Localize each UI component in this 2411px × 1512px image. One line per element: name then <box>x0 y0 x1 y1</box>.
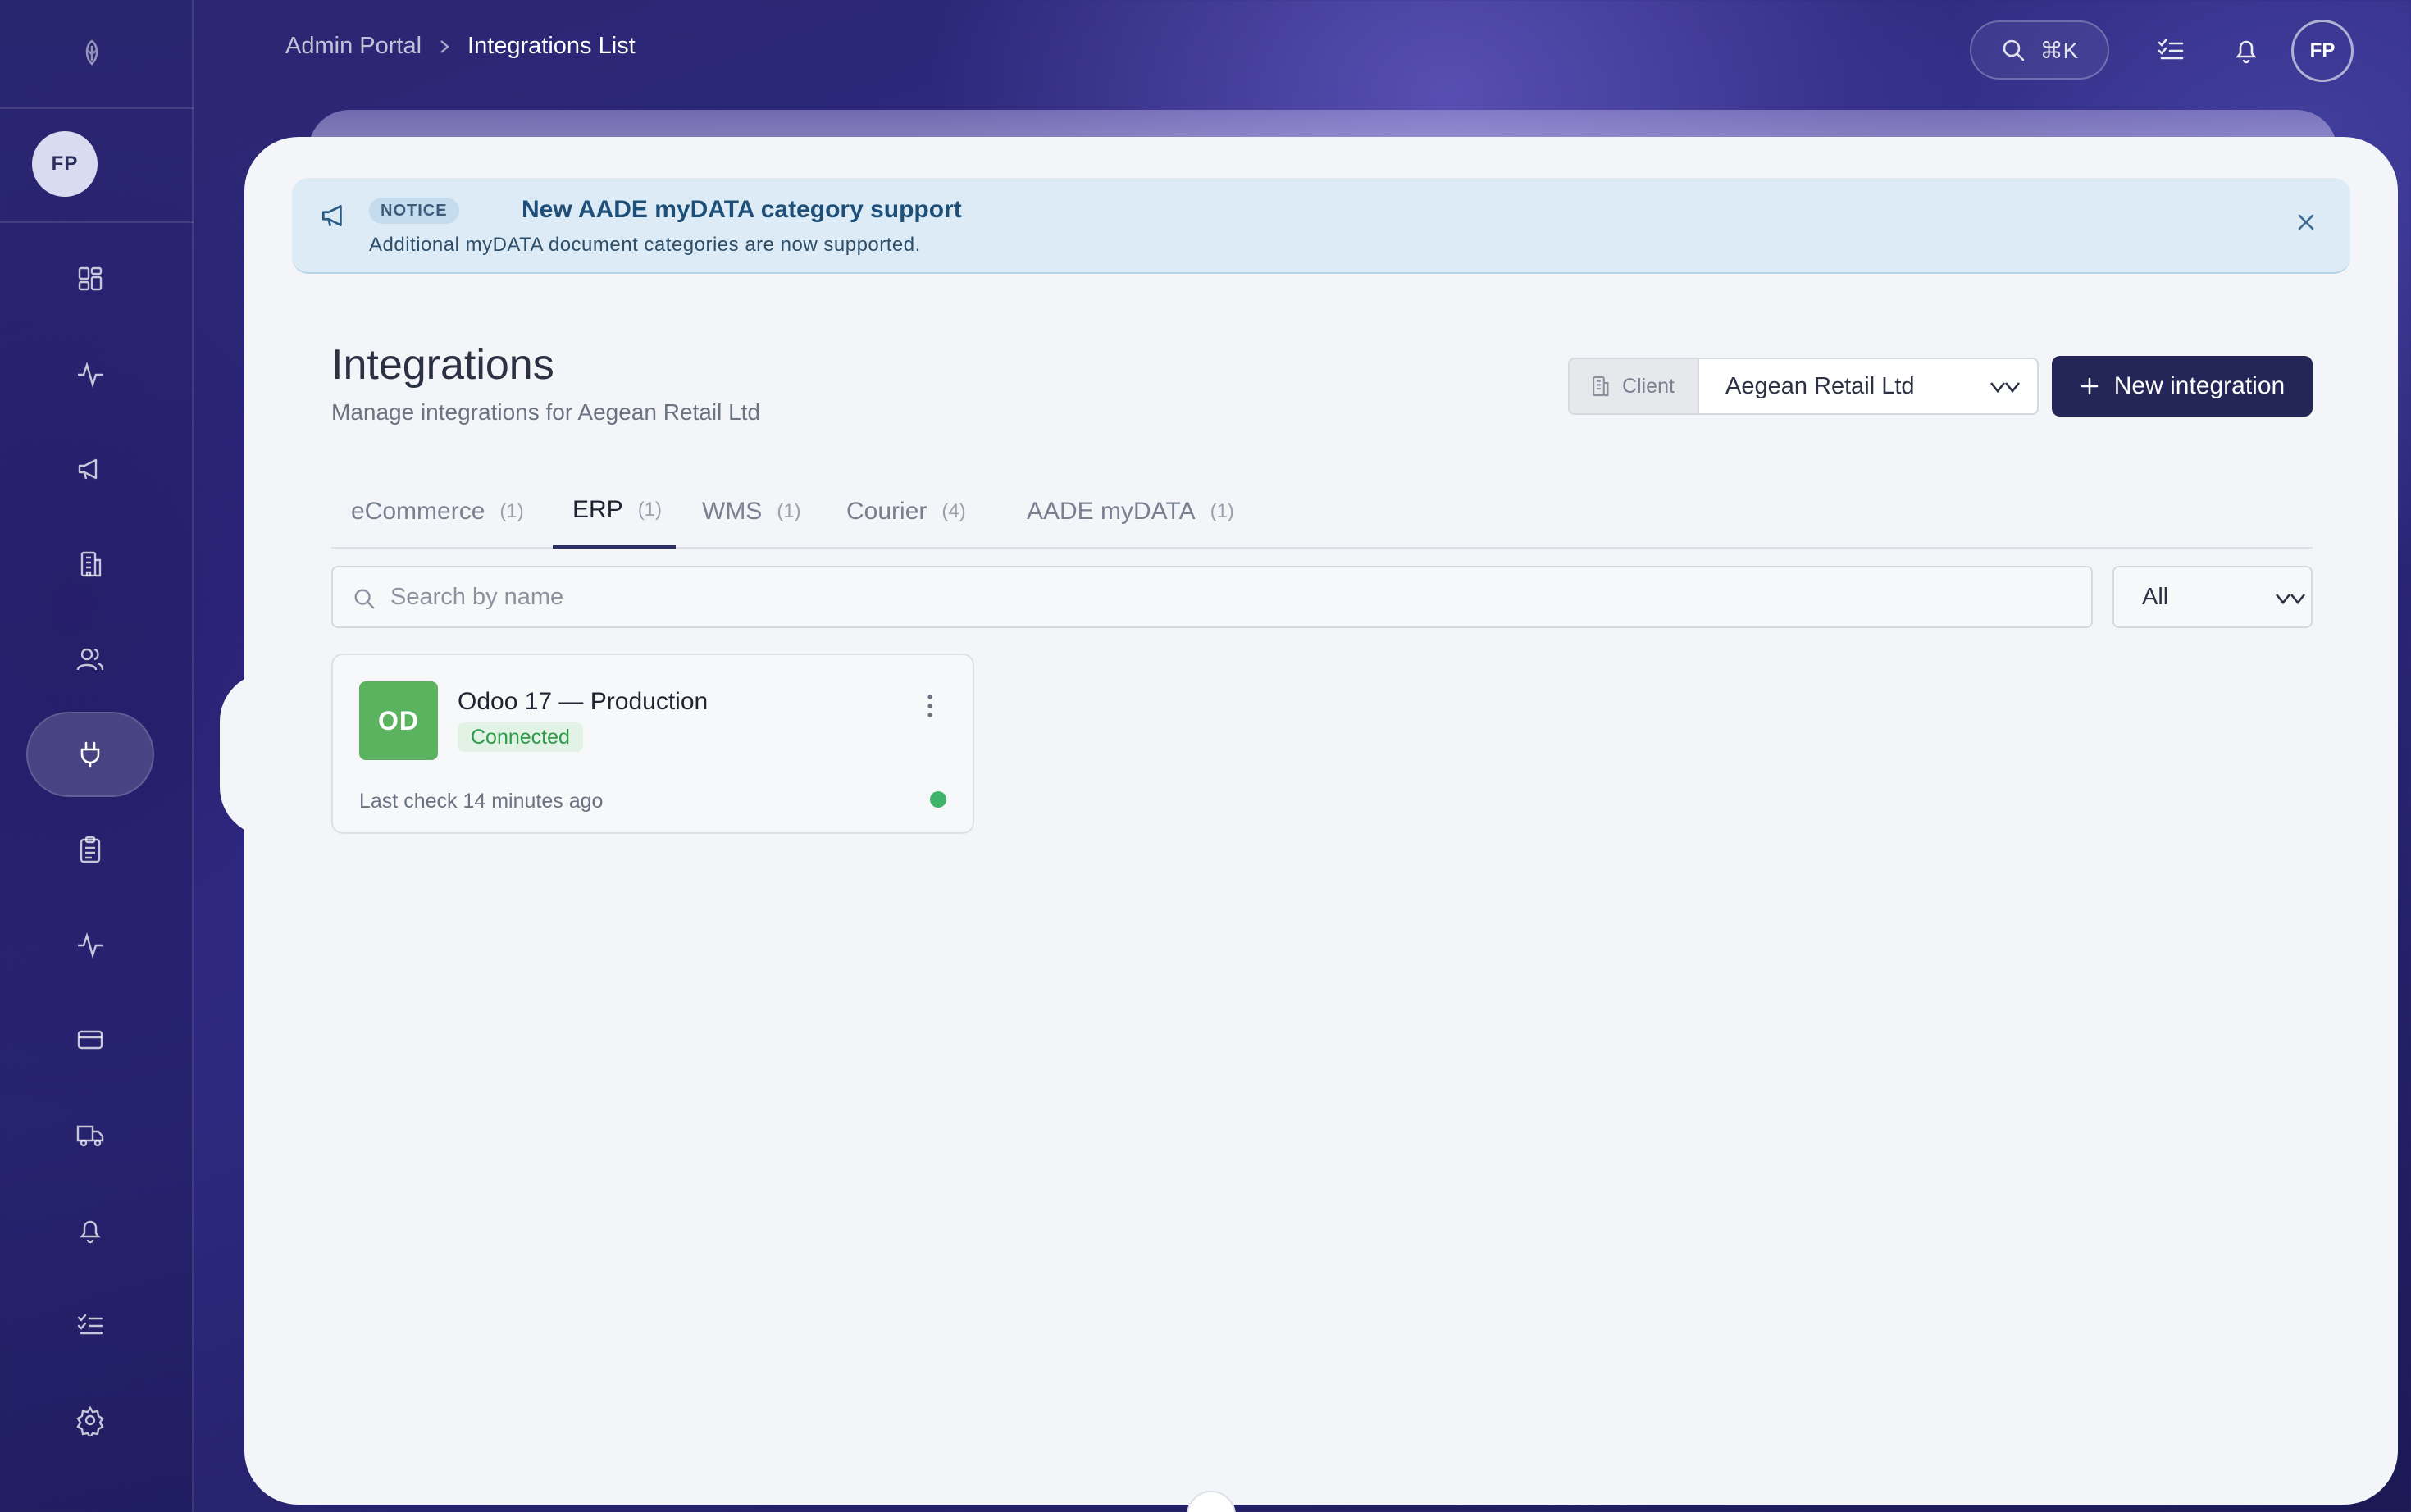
chevron-down-icon <box>2275 594 2306 605</box>
tab-courier[interactable]: Courier (4) <box>827 475 986 549</box>
sidebar-avatar[interactable]: FP <box>32 131 98 197</box>
activity-icon <box>78 361 103 389</box>
sidebar-item-billing[interactable] <box>26 997 154 1082</box>
integration-card[interactable]: OD Odoo 17 — Production Connected Last c… <box>331 654 974 834</box>
sidebar-item-announcements[interactable] <box>26 426 154 512</box>
bell-icon <box>80 1220 101 1244</box>
sidebar-item-integrations[interactable] <box>26 712 154 797</box>
megaphone-icon <box>321 205 342 226</box>
client-select-value: Aegean Retail Ltd <box>1725 372 1915 399</box>
tab-ecommerce[interactable]: eCommerce (1) <box>331 475 544 549</box>
search-input[interactable] <box>390 583 2030 611</box>
breadcrumb-root[interactable]: Admin Portal <box>285 33 422 60</box>
client-label: Client <box>1568 358 1699 415</box>
gear-icon <box>76 1405 104 1436</box>
last-check-text: Last check 14 minutes ago <box>359 790 604 813</box>
truck-icon <box>76 1125 104 1147</box>
sidebar-item-shipping[interactable] <box>26 1092 154 1177</box>
client-select[interactable]: Aegean Retail Ltd <box>1698 358 2039 415</box>
bell-icon[interactable] <box>2231 34 2262 66</box>
notice-banner: NOTICE New AADE myDATA category support … <box>292 178 2350 274</box>
sidebar-item-activity[interactable] <box>26 331 154 417</box>
client-label-text: Client <box>1622 374 1675 398</box>
notice-text: Additional myDATA document categories ar… <box>369 234 921 256</box>
tab-label: ERP <box>572 496 623 523</box>
sidebar-item-dashboard[interactable] <box>26 236 154 321</box>
status-badge: Connected <box>458 722 583 752</box>
command-search-button[interactable]: ⌘K <box>1970 20 2109 80</box>
plug-icon <box>80 741 100 768</box>
sidebar-divider <box>0 107 194 109</box>
main-panel: NOTICE New AADE myDATA category support … <box>244 137 2398 1505</box>
sidebar-item-clients[interactable] <box>26 521 154 607</box>
tab-count: (1) <box>777 500 801 522</box>
breadcrumb: Admin Portal Integrations List <box>285 33 636 60</box>
sidebar-item-monitoring[interactable] <box>26 902 154 987</box>
page-subtitle: Manage integrations for Aegean Retail Lt… <box>331 399 761 425</box>
integration-name: Odoo 17 — Production <box>458 688 709 715</box>
tab-erp[interactable]: ERP (1) <box>553 475 676 549</box>
sidebar-item-users[interactable] <box>26 617 154 702</box>
sidebar-item-checklist[interactable] <box>26 1282 154 1368</box>
new-integration-label: New integration <box>2113 372 2286 399</box>
integration-tabs: eCommerce (1) ERP (1) WMS (1) Courier (4… <box>331 475 2313 549</box>
filter-value: All <box>2142 583 2169 610</box>
search-icon <box>2003 39 2024 61</box>
search-icon <box>354 589 375 609</box>
tab-count: (4) <box>941 500 966 522</box>
chevron-right-icon <box>440 39 449 53</box>
building-icon <box>1593 376 1609 397</box>
status-filter-select[interactable]: All <box>2112 566 2313 628</box>
app-logo[interactable] <box>75 36 108 69</box>
clipboard-icon <box>80 836 101 863</box>
tab-count: (1) <box>1210 500 1234 522</box>
plus-icon <box>2081 377 2099 395</box>
page-title: Integrations <box>331 341 554 389</box>
sidebar-item-notifications[interactable] <box>26 1187 154 1273</box>
tab-label: eCommerce <box>351 498 485 525</box>
integration-avatar: OD <box>359 681 438 760</box>
checklist-icon <box>77 1314 103 1335</box>
notice-badge: NOTICE <box>369 198 459 224</box>
sidebar-divider <box>0 221 194 223</box>
users-icon <box>76 648 104 671</box>
pulse-icon <box>78 931 103 959</box>
tab-label: Courier <box>846 498 927 525</box>
megaphone-icon <box>78 458 98 480</box>
building-icon <box>80 551 102 577</box>
close-icon[interactable] <box>2293 209 2319 235</box>
credit-card-icon <box>77 1030 103 1050</box>
search-field <box>331 566 2093 628</box>
dashboard-icon <box>78 266 103 291</box>
status-dot <box>930 791 946 808</box>
user-avatar[interactable]: FP <box>2291 20 2354 82</box>
tab-label: AADE myDATA <box>1027 498 1196 525</box>
sidebar-item-tasks[interactable] <box>26 807 154 892</box>
checklist-icon[interactable] <box>2155 34 2186 66</box>
new-integration-button[interactable]: New integration <box>2052 356 2313 417</box>
sidebar: FP <box>0 0 194 1512</box>
tab-aade-mydata[interactable]: AADE myDATA (1) <box>1007 475 1254 549</box>
sidebar-item-settings[interactable] <box>26 1378 154 1463</box>
breadcrumb-current: Integrations List <box>467 33 636 59</box>
tab-wms[interactable]: WMS (1) <box>682 475 821 549</box>
chevron-down-icon <box>1989 382 2021 394</box>
notice-title: New AADE myDATA category support <box>522 196 962 223</box>
tab-count: (1) <box>499 500 524 522</box>
more-vertical-icon[interactable] <box>925 693 935 719</box>
shortcut-label: ⌘K <box>2040 37 2079 63</box>
tab-label: WMS <box>702 498 763 525</box>
tab-count: (1) <box>637 499 663 521</box>
